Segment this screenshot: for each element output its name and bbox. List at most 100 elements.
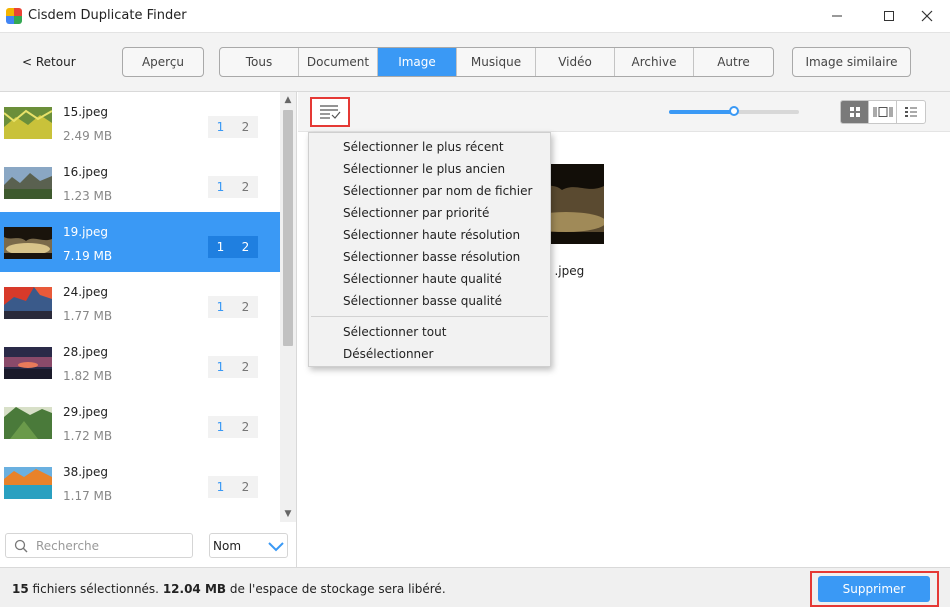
menu-item-by-priority[interactable]: Sélectionner par priorité (343, 206, 489, 220)
file-name: 29.jpeg (63, 405, 109, 419)
selected-count: 15 (12, 582, 29, 596)
file-item[interactable]: 19.jpeg 7.19 MB 1 2 (0, 212, 280, 272)
file-thumbnail (4, 167, 52, 199)
duplicate-count-badge: 1 2 (208, 176, 258, 198)
thumbnail-size-slider[interactable] (669, 106, 799, 116)
file-name: 38.jpeg (63, 465, 109, 479)
tab-video[interactable]: Vidéo (536, 48, 615, 76)
file-name: 16.jpeg (63, 165, 109, 179)
similar-image-button[interactable]: Image similaire (792, 47, 911, 77)
selection-summary: 15 fichiers sélectionnés. 12.04 MB de l'… (12, 582, 446, 596)
file-item[interactable]: 29.jpeg 1.72 MB 1 2 (0, 392, 280, 452)
file-thumbnail (4, 227, 52, 259)
scroll-thumb[interactable] (283, 110, 293, 346)
menu-item-newest[interactable]: Sélectionner le plus récent (343, 140, 504, 154)
status-bar: 15 fichiers sélectionnés. 12.04 MB de l'… (0, 567, 950, 607)
menu-item-oldest[interactable]: Sélectionner le plus ancien (343, 162, 505, 176)
menu-item-low-quality[interactable]: Sélectionner basse qualité (343, 294, 502, 308)
preview-button[interactable]: Aperçu (122, 47, 204, 77)
minimize-icon (832, 15, 842, 17)
chevron-down-icon (268, 542, 284, 552)
chevron-up-icon[interactable]: ▲ (280, 92, 296, 108)
tab-other[interactable]: Autre (694, 48, 773, 76)
tab-music[interactable]: Musique (457, 48, 536, 76)
file-size: 1.82 MB (63, 369, 113, 383)
freed-size-label: de l'espace de stockage sera libéré. (229, 582, 446, 596)
file-size: 1.72 MB (63, 429, 113, 443)
list-icon (905, 107, 917, 117)
file-list-scrollbar[interactable]: ▲ ▼ (280, 92, 296, 522)
duplicate-count-badge: 1 2 (208, 416, 258, 438)
main-toolbar (298, 92, 950, 132)
tab-all[interactable]: Tous (220, 48, 299, 76)
selection-menu: Sélectionner le plus récent Sélectionner… (308, 132, 551, 367)
file-size: 2.49 MB (63, 129, 113, 143)
file-name: 28.jpeg (63, 345, 109, 359)
search-box (5, 533, 193, 558)
slider-knob[interactable] (729, 106, 739, 116)
file-list: 15.jpeg 2.49 MB 1 2 16.jpeg 1.23 MB 1 2 (0, 92, 280, 522)
select-options-button[interactable] (310, 97, 350, 127)
file-item[interactable]: 24.jpeg 1.77 MB 1 2 (0, 272, 280, 332)
filmstrip-icon (873, 107, 892, 117)
selected-count-label: fichiers sélectionnés. (32, 582, 159, 596)
menu-item-high-quality[interactable]: Sélectionner haute qualité (343, 272, 502, 286)
app-logo-icon (6, 8, 22, 24)
close-icon (921, 10, 933, 22)
view-mode-toggle (840, 100, 926, 124)
file-thumbnail (4, 287, 52, 319)
search-input[interactable] (36, 537, 186, 555)
grid-view-button[interactable] (841, 101, 869, 123)
search-icon (14, 539, 28, 553)
file-size: 1.23 MB (63, 189, 113, 203)
menu-item-deselect[interactable]: Désélectionner (343, 347, 433, 361)
menu-item-by-filename[interactable]: Sélectionner par nom de fichier (343, 184, 532, 198)
menu-divider (311, 316, 548, 317)
list-view-button[interactable] (897, 101, 925, 123)
file-name: 24.jpeg (63, 285, 109, 299)
app-title: Cisdem Duplicate Finder (28, 8, 187, 23)
menu-item-select-all[interactable]: Sélectionner tout (343, 325, 446, 339)
tab-archive[interactable]: Archive (615, 48, 694, 76)
sort-selected-value: Nom (213, 539, 242, 553)
duplicate-count-badge: 1 2 (208, 236, 258, 258)
file-item[interactable]: 16.jpeg 1.23 MB 1 2 (0, 152, 280, 212)
file-size: 7.19 MB (63, 249, 113, 263)
file-size: 1.17 MB (63, 489, 113, 503)
delete-button[interactable]: Supprimer (818, 576, 930, 602)
grid-icon (849, 107, 860, 117)
file-thumbnail (4, 107, 52, 139)
maximize-icon (884, 11, 894, 21)
duplicate-count-badge: 1 2 (208, 356, 258, 378)
filmstrip-view-button[interactable] (869, 101, 897, 123)
file-item[interactable]: 38.jpeg 1.17 MB 1 2 (0, 452, 280, 512)
minimize-button[interactable] (814, 0, 860, 32)
file-name: 15.jpeg (63, 105, 109, 119)
duplicate-count-badge: 1 2 (208, 116, 258, 138)
menu-item-high-resolution[interactable]: Sélectionner haute résolution (343, 228, 520, 242)
file-item[interactable]: 15.jpeg 2.49 MB 1 2 (0, 92, 280, 152)
menu-item-low-resolution[interactable]: Sélectionner basse résolution (343, 250, 520, 264)
file-thumbnail (4, 347, 52, 379)
file-type-tabs: Tous Document Image Musique Vidéo Archiv… (219, 47, 774, 77)
tab-image[interactable]: Image (378, 48, 457, 76)
title-bar: Cisdem Duplicate Finder (0, 0, 950, 32)
file-thumbnail (4, 407, 52, 439)
tab-document[interactable]: Document (299, 48, 378, 76)
preview-file-name: ) .jpeg (546, 264, 585, 278)
duplicate-count-badge: 1 2 (208, 476, 258, 498)
checklist-icon (320, 105, 341, 119)
freed-size: 12.04 MB (162, 582, 227, 596)
close-button[interactable] (904, 0, 950, 32)
toolbar: < Retour Aperçu Tous Document Image Musi… (0, 32, 950, 92)
slider-fill (669, 110, 734, 114)
sort-select[interactable]: Nom (209, 533, 288, 558)
delete-button-highlight: Supprimer (810, 571, 939, 607)
file-thumbnail (4, 467, 52, 499)
back-button[interactable]: < Retour (22, 55, 76, 69)
file-name: 19.jpeg (63, 225, 109, 239)
file-item[interactable]: 28.jpeg 1.82 MB 1 2 (0, 332, 280, 392)
chevron-down-icon[interactable]: ▼ (280, 506, 296, 522)
duplicate-count-badge: 1 2 (208, 296, 258, 318)
file-size: 1.77 MB (63, 309, 113, 323)
